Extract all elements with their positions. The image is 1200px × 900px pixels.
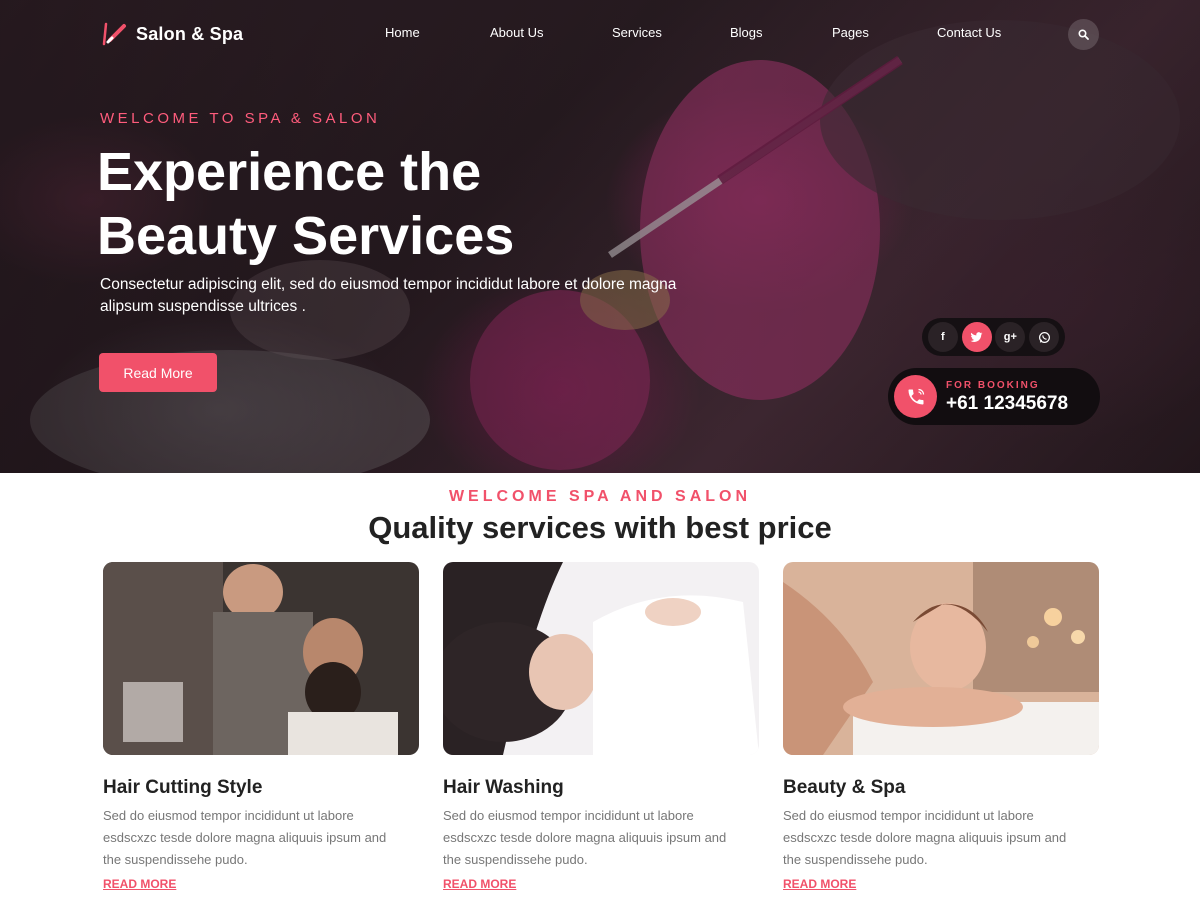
search-icon: [1078, 29, 1089, 40]
nav-item-pages[interactable]: Pages: [832, 25, 869, 40]
service-card: Hair Cutting Style Sed do eiusmod tempor…: [103, 562, 419, 891]
service-image-beauty-spa[interactable]: [783, 562, 1099, 755]
service-card: Hair Washing Sed do eiusmod tempor incid…: [443, 562, 759, 891]
section-eyebrow: WELCOME SPA AND SALON: [448, 488, 752, 505]
main-nav: Home About Us Services Blogs Pages Conta…: [0, 25, 1200, 41]
search-button[interactable]: [1068, 19, 1099, 50]
service-card: Beauty & Spa Sed do eiusmod tempor incid…: [783, 562, 1099, 891]
whatsapp-glyph-icon: [1038, 331, 1050, 343]
nav-item-home[interactable]: Home: [385, 25, 420, 40]
service-description: Sed do eiusmod tempor incididunt ut labo…: [783, 808, 1067, 867]
nav-item-contact-us[interactable]: Contact Us: [937, 25, 1001, 40]
service-description: Sed do eiusmod tempor incididunt ut labo…: [103, 808, 387, 867]
service-title: Beauty & Spa: [783, 777, 906, 798]
google-plus-glyph: g+: [1003, 331, 1017, 343]
booking-phone: +61 12345678: [946, 393, 1069, 414]
service-title: Hair Cutting Style: [103, 777, 263, 798]
nav-item-about-us[interactable]: About Us: [490, 25, 543, 40]
hero-title: Experience the Beauty Services: [97, 140, 657, 268]
service-read-more-link[interactable]: READ MORE: [443, 877, 516, 891]
hero-description: Consectetur adipiscing elit, sed do eius…: [100, 276, 677, 315]
hero-read-more-button[interactable]: Read More: [99, 353, 217, 392]
hero-eyebrow: WELCOME TO SPA & SALON: [100, 110, 381, 127]
twitter-icon[interactable]: [961, 322, 992, 352]
hero-title-line2: Beauty Services: [97, 206, 515, 266]
facebook-icon[interactable]: f: [927, 322, 958, 352]
service-image-hair-washing[interactable]: [443, 562, 759, 755]
twitter-bird-icon: [970, 331, 983, 342]
service-title: Hair Washing: [443, 777, 564, 798]
google-plus-icon[interactable]: g+: [995, 322, 1026, 352]
facebook-glyph: f: [941, 331, 945, 343]
service-image-hair-cutting[interactable]: [103, 562, 419, 755]
section-title: Quality services with best price: [368, 510, 832, 545]
booking-box[interactable]: FOR BOOKING +61 12345678: [888, 368, 1100, 425]
hero-title-line1: Experience the: [97, 142, 482, 202]
booking-label: FOR BOOKING: [946, 380, 1040, 391]
service-read-more-link[interactable]: READ MORE: [783, 877, 856, 891]
service-read-more-link[interactable]: READ MORE: [103, 877, 176, 891]
phone-icon: [894, 375, 937, 418]
whatsapp-icon[interactable]: [1029, 322, 1060, 352]
nav-item-services[interactable]: Services: [612, 25, 662, 40]
nav-item-blogs[interactable]: Blogs: [730, 25, 763, 40]
service-description: Sed do eiusmod tempor incididunt ut labo…: [443, 808, 727, 867]
social-links: f g+: [922, 318, 1065, 356]
